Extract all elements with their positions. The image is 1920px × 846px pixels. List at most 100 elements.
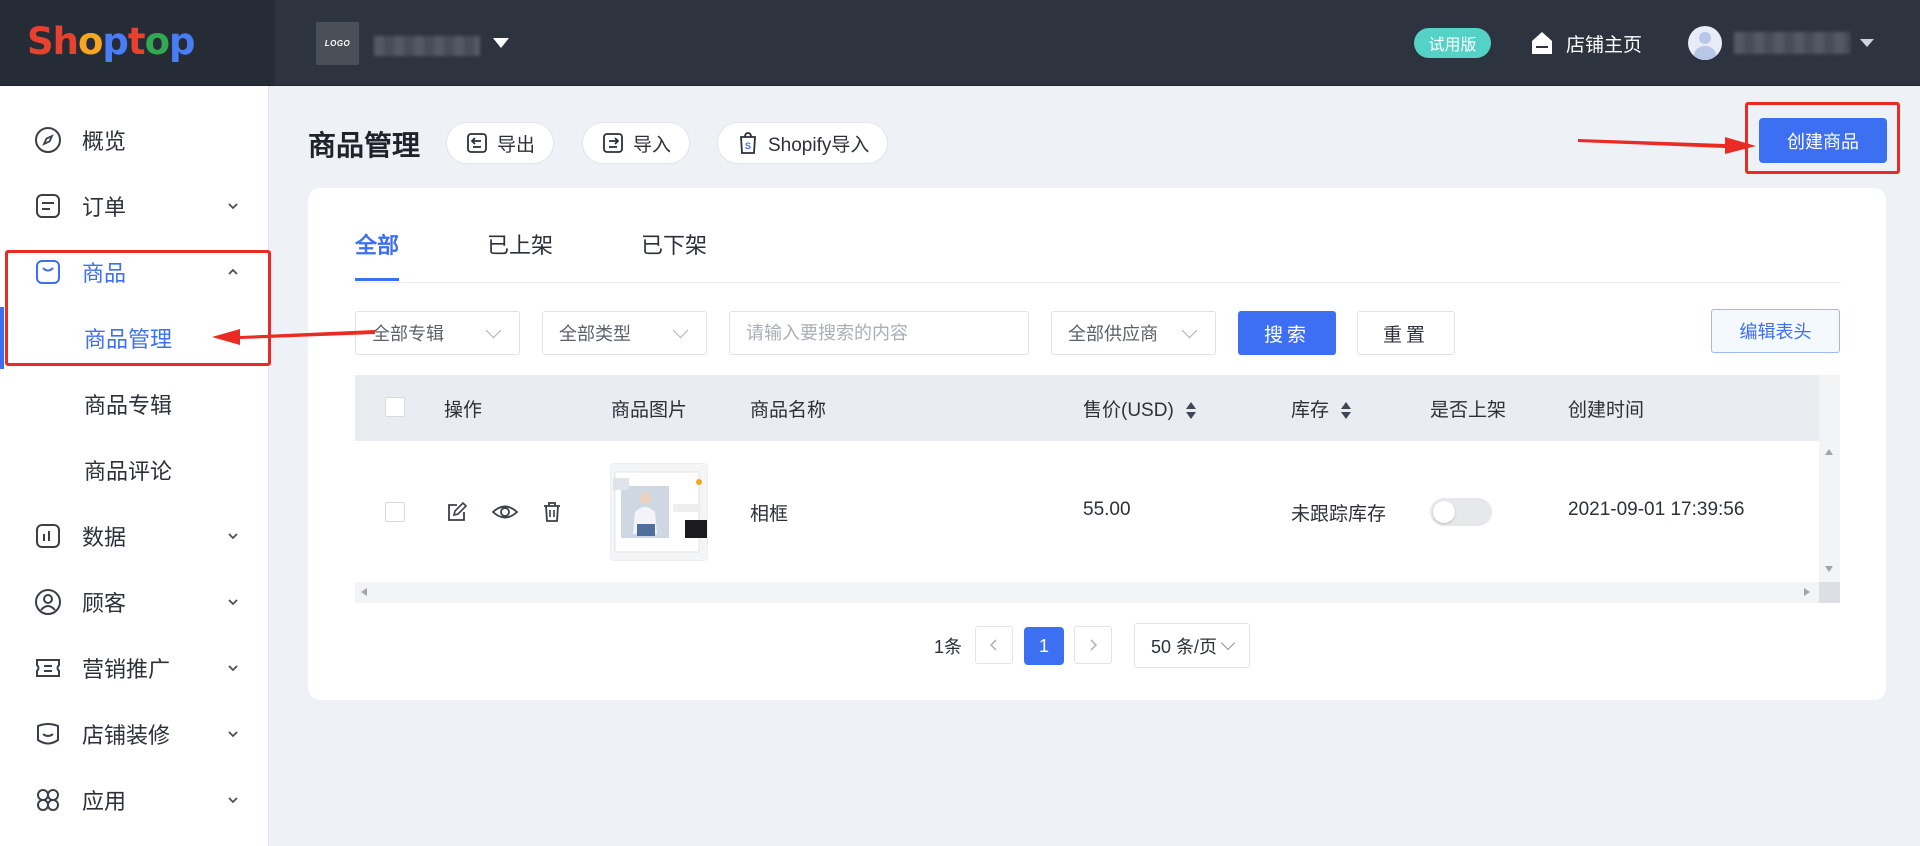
select-all-checkbox[interactable] (385, 397, 405, 417)
type-select[interactable]: 全部类型 (542, 311, 707, 355)
user-name-redacted (1734, 32, 1850, 54)
order-icon (34, 192, 62, 220)
tab-all[interactable]: 全部 (355, 228, 399, 260)
sidebar-item-label: 营销推广 (82, 657, 171, 682)
product-created-time: 2021-09-01 17:39:56 (1568, 499, 1745, 520)
table-header-gutter (1819, 375, 1840, 441)
page-title: 商品管理 (308, 130, 421, 161)
home-icon (1530, 30, 1554, 56)
scroll-left-arrow-icon[interactable] (361, 588, 367, 596)
store-switch-caret-icon[interactable] (493, 38, 509, 48)
view-icon[interactable] (491, 500, 519, 524)
vertical-scrollbar[interactable] (1819, 441, 1840, 582)
tab-unlisted[interactable]: 已下架 (641, 228, 707, 260)
page-number-current[interactable]: 1 (1024, 627, 1064, 665)
export-icon (467, 133, 487, 153)
collection-value: 全部专辑 (372, 324, 444, 344)
logo-part: t (127, 20, 146, 63)
sidebar-item-label: 顾客 (82, 591, 127, 616)
shoptop-logo[interactable]: Shoptop (27, 20, 196, 63)
column-header-stock[interactable]: 库存 (1291, 395, 1352, 422)
sidebar-item-store-design[interactable]: 店铺装修 (0, 703, 268, 765)
product-stock: 未跟踪库存 (1291, 504, 1387, 525)
row-checkbox[interactable] (385, 502, 405, 522)
user-menu[interactable] (1688, 25, 1874, 61)
sidebar-subitem-collections[interactable]: 商品专辑 (0, 373, 268, 435)
chevron-right-icon (1090, 639, 1098, 651)
import-label: 导入 (633, 134, 672, 156)
page-size-select[interactable]: 50 条/页 (1134, 623, 1250, 668)
search-input[interactable] (729, 311, 1029, 355)
sidebar-item-label: 数据 (82, 525, 127, 550)
compass-icon (34, 126, 62, 154)
supplier-select[interactable]: 全部供应商 (1051, 311, 1216, 355)
user-icon (34, 588, 62, 616)
annotation-arrow-right (1578, 137, 1756, 154)
product-thumbnail[interactable] (610, 463, 708, 561)
chevron-down-icon (228, 599, 238, 606)
reset-button[interactable]: 重置 (1357, 311, 1455, 355)
collection-select[interactable]: 全部专辑 (355, 311, 520, 355)
sidebar-item-data[interactable]: 数据 (0, 505, 268, 567)
sidebar-subitem-reviews[interactable]: 商品评论 (0, 439, 268, 501)
column-header-actions: 操作 (444, 400, 483, 421)
avatar (1688, 26, 1722, 60)
top-bar: Shoptop LOGO 试用版 店铺主页 (0, 0, 1920, 86)
supplier-value: 全部供应商 (1068, 324, 1158, 344)
sort-icon[interactable] (1341, 401, 1352, 420)
sidebar-item-label: 店铺装修 (82, 723, 171, 748)
chevron-down-icon (228, 665, 238, 672)
sidebar-item-label: 概览 (82, 129, 127, 154)
sidebar-item-apps[interactable]: 应用 (0, 769, 268, 831)
chevron-down-icon (485, 322, 502, 338)
tab-listed[interactable]: 已上架 (487, 228, 553, 260)
scroll-down-arrow-icon[interactable] (1825, 566, 1833, 572)
chevron-down-icon (228, 533, 238, 540)
product-name[interactable]: 相框 (750, 499, 788, 526)
trial-badge[interactable]: 试用版 (1414, 28, 1491, 58)
next-page-button[interactable] (1074, 626, 1112, 664)
import-button[interactable]: 导入 (582, 122, 691, 164)
shop-home-link[interactable]: 店铺主页 (1530, 28, 1642, 58)
annotation-highlight-products (5, 250, 271, 366)
listed-toggle[interactable] (1430, 498, 1492, 526)
logo-part: p (102, 20, 128, 63)
edit-table-header-button[interactable]: 编辑表头 (1711, 309, 1840, 353)
sidebar-item-customers[interactable]: 顾客 (0, 571, 268, 633)
store-logo[interactable]: LOGO (316, 22, 359, 65)
column-header-price[interactable]: 售价(USD) (1083, 395, 1196, 422)
tabs-divider (355, 282, 1841, 283)
scroll-up-arrow-icon[interactable] (1825, 449, 1833, 455)
column-header-stock-label: 库存 (1291, 400, 1330, 421)
horizontal-scrollbar[interactable] (355, 582, 1819, 603)
prev-page-button[interactable] (975, 626, 1013, 664)
sidebar-item-overview[interactable]: 概览 (0, 109, 268, 171)
store-name-redacted[interactable] (374, 36, 480, 56)
sidebar-item-marketing[interactable]: 营销推广 (0, 637, 268, 699)
shopify-import-button[interactable]: S Shopify导入 (717, 122, 889, 164)
chevron-down-icon (1220, 635, 1236, 650)
brand-area: Shoptop (0, 0, 275, 85)
page-size-value: 50 条/页 (1151, 636, 1218, 657)
sidebar-item-orders[interactable]: 订单 (0, 175, 268, 237)
shop-home-label: 店铺主页 (1566, 34, 1643, 56)
edit-icon[interactable] (445, 500, 469, 524)
shopify-icon: S (740, 132, 756, 154)
chevron-down-icon (228, 203, 238, 210)
import-icon (603, 133, 623, 153)
search-button[interactable]: 搜索 (1238, 311, 1336, 355)
column-header-price-label: 售价(USD) (1083, 400, 1174, 421)
sort-icon[interactable] (1185, 401, 1196, 420)
chevron-down-icon (672, 322, 689, 338)
column-header-created: 创建时间 (1568, 400, 1645, 421)
delete-icon[interactable] (540, 500, 564, 524)
type-value: 全部类型 (559, 324, 631, 344)
apps-icon (34, 786, 62, 814)
chart-icon (34, 522, 62, 550)
export-button[interactable]: 导出 (446, 122, 555, 164)
decor-icon (34, 720, 62, 748)
shopify-import-label: Shopify导入 (768, 134, 870, 156)
scroll-right-arrow-icon[interactable] (1804, 588, 1810, 596)
chevron-down-icon (228, 797, 238, 804)
chevron-down-icon (1181, 322, 1198, 338)
